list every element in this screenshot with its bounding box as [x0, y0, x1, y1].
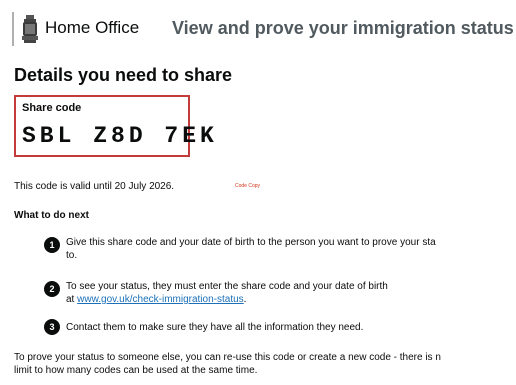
step-number-badge: 1	[44, 237, 60, 253]
header-divider	[12, 12, 14, 46]
reuse-code-info: To prove your status to someone else, yo…	[14, 351, 441, 377]
next-steps-heading: What to do next	[14, 210, 89, 221]
code-validity-text: This code is valid until 20 July 2026.	[14, 181, 175, 192]
header: Home Office View and prove your immigrat…	[12, 12, 516, 50]
step-3-line-1: Contact them to make sure they have all …	[66, 322, 364, 333]
copy-code-link[interactable]: Code Copy	[235, 183, 260, 189]
step-1-line-1: Give this share code and your date of bi…	[66, 237, 436, 248]
step-2-line-2-suffix: .	[243, 294, 247, 305]
share-code-label: Share code	[22, 102, 82, 114]
share-code-value: SBL Z8D 7EK	[22, 123, 218, 149]
step-text: Contact them to make sure they have all …	[66, 321, 516, 334]
step-text: To see your status, they must enter the …	[66, 280, 516, 306]
step-text: Give this share code and your date of bi…	[66, 236, 516, 262]
step-number-badge: 2	[44, 281, 60, 297]
step-2-line-2-prefix: at	[66, 294, 78, 305]
step-1-line-2: to.	[66, 250, 78, 261]
service-name[interactable]: View and prove your immigration status	[172, 18, 514, 39]
share-code-panel: Share code SBL Z8D 7EK	[14, 95, 214, 157]
step-2-line-1: To see your status, they must enter the …	[66, 281, 388, 292]
reuse-code-line-1: To prove your status to someone else, yo…	[14, 352, 441, 363]
home-office-logo-text[interactable]: Home Office	[45, 18, 139, 38]
step-number-badge: 3	[44, 319, 60, 335]
page-title: Details you need to share	[14, 65, 233, 85]
royal-crest-icon	[22, 15, 38, 43]
page: Home Office View and prove your immigrat…	[0, 0, 516, 385]
check-immigration-status-link[interactable]: www.gov.uk/check-immigration-status	[77, 294, 244, 305]
reuse-code-line-2: limit to how many codes can be used at t…	[14, 365, 258, 376]
